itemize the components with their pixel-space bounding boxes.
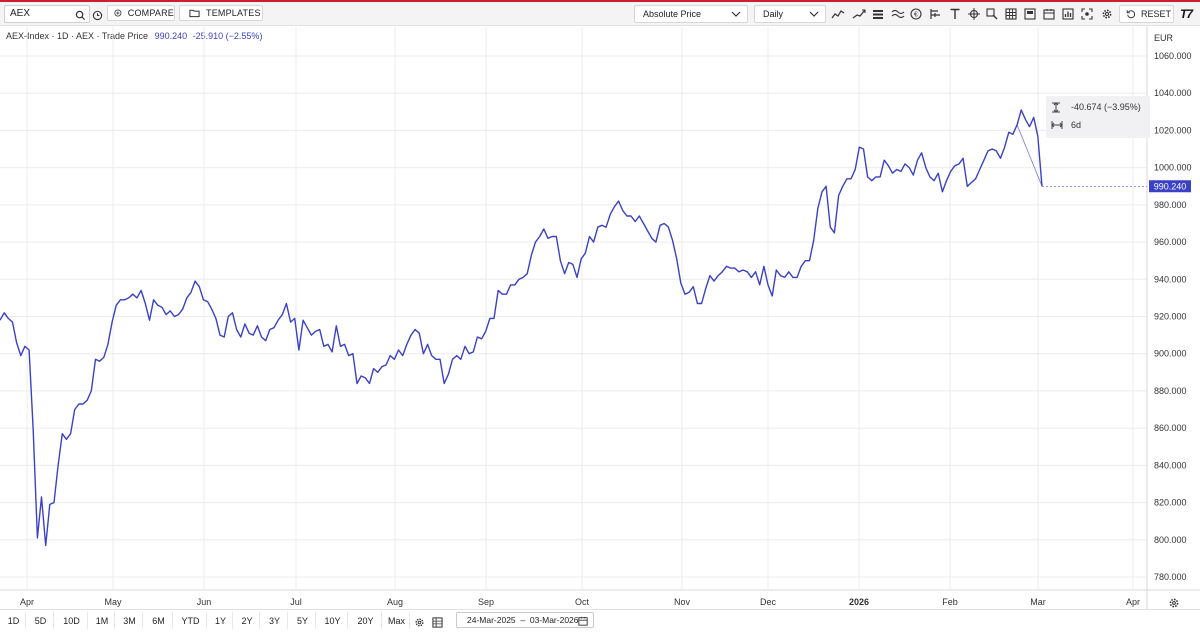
grid-icon[interactable]: [1024, 7, 1038, 21]
range-button-10d[interactable]: 10D: [56, 612, 88, 629]
range-button-5d[interactable]: 5D: [28, 612, 54, 629]
gear-icon[interactable]: [414, 615, 425, 633]
y-tick-label: 880.000: [1154, 386, 1187, 396]
tooltip-span-row: 6d: [1051, 118, 1081, 132]
range-button-3y[interactable]: 3Y: [262, 612, 288, 629]
indicator-icon[interactable]: [929, 7, 943, 21]
compare-label: COMPARE: [127, 8, 174, 18]
interval-select[interactable]: Daily: [754, 5, 826, 23]
plus-circle-icon: [114, 9, 122, 17]
clock-icon[interactable]: [92, 8, 106, 22]
svg-text:€: €: [914, 12, 918, 19]
y-tick-label: 820.000: [1154, 498, 1187, 508]
y-tick-label: 980.000: [1154, 200, 1187, 210]
range-button-3m[interactable]: 3M: [117, 612, 143, 629]
euro-icon[interactable]: €: [910, 7, 924, 21]
y-tick-label: 1000.000: [1154, 163, 1192, 173]
x-tick-label: Oct: [575, 597, 590, 607]
range-button-max[interactable]: Max: [384, 612, 410, 629]
bar-style-icon[interactable]: [872, 7, 886, 21]
settings-icon[interactable]: [1101, 7, 1115, 21]
range-button-ytd[interactable]: YTD: [175, 612, 207, 629]
chevron-down-icon: [731, 10, 741, 20]
range-button-2y[interactable]: 2Y: [235, 612, 260, 629]
x-tick-label: Sep: [478, 597, 494, 607]
trend-icon[interactable]: [852, 7, 866, 21]
tooltip-delta: -40.674 (−3.95%): [1071, 102, 1141, 112]
x-tick-label: Feb: [942, 597, 958, 607]
x-tick-label: Apr: [20, 597, 34, 607]
templates-label: TEMPLATES: [206, 8, 261, 18]
x-tick-label: Dec: [760, 597, 777, 607]
y-tick-label: 900.000: [1154, 349, 1187, 359]
y-tick-label: 1020.000: [1154, 125, 1192, 135]
measure-tooltip: -40.674 (−3.95%) 6d: [1046, 96, 1150, 138]
chart-settings-icon[interactable]: [1168, 596, 1180, 614]
range-button-10y[interactable]: 10Y: [318, 612, 348, 629]
range-button-1d[interactable]: 1D: [2, 612, 26, 629]
table-icon[interactable]: [1005, 7, 1019, 21]
calendar-icon[interactable]: [1043, 7, 1057, 21]
price-mode-select[interactable]: Absolute Price: [634, 5, 748, 23]
y-tick-label: 920.000: [1154, 312, 1187, 322]
x-tick-label: Aug: [387, 597, 403, 607]
x-tick-label: 2026: [849, 597, 869, 607]
x-tick-label: Mar: [1030, 597, 1046, 607]
x-tick-label: Jun: [197, 597, 212, 607]
x-tick-label: Jul: [290, 597, 302, 607]
x-tick-label: Apr: [1126, 597, 1140, 607]
x-tick-label: Nov: [674, 597, 691, 607]
y-tick-label: 960.000: [1154, 237, 1187, 247]
symbol-value: AEX: [10, 8, 31, 19]
tooltip-span: 6d: [1071, 120, 1082, 130]
y-tick-label: 1040.000: [1154, 88, 1192, 98]
wave-icon[interactable]: [891, 7, 905, 21]
text-icon[interactable]: [949, 7, 963, 21]
series-line: [0, 109, 1043, 547]
search-icon[interactable]: [75, 8, 86, 26]
x-tick-label: May: [104, 597, 122, 607]
tooltip-delta-row: -40.674 (−3.95%): [1051, 100, 1141, 114]
chevron-down-icon: [809, 10, 819, 20]
y-tick-label: 860.000: [1154, 423, 1187, 433]
date-range-value: 24-Mar-2025 – 03-Mar-2026: [467, 615, 579, 625]
date-range-input[interactable]: 24-Mar-2025 – 03-Mar-2026: [456, 612, 594, 628]
range-button-1y[interactable]: 1Y: [209, 612, 233, 629]
range-button-5y[interactable]: 5Y: [290, 612, 316, 629]
currency-label: EUR: [1154, 33, 1174, 43]
last-price-tag-label: 990.240: [1154, 181, 1187, 191]
line-chart-icon[interactable]: [831, 7, 845, 21]
stats-icon[interactable]: [1062, 7, 1076, 21]
screenshot-icon[interactable]: [1081, 7, 1095, 21]
zoom-icon[interactable]: [986, 7, 1000, 21]
price-chart[interactable]: 1060.000 1040.000 1020.000 1000.000 980.000 9…: [0, 26, 1200, 609]
width-measure-icon: [1051, 121, 1063, 129]
y-tick-label: 940.000: [1154, 274, 1187, 284]
y-tick-label: 800.000: [1154, 535, 1187, 545]
height-measure-icon: [1052, 101, 1060, 113]
range-button-20y[interactable]: 20Y: [350, 612, 382, 629]
y-tick-label: 780.000: [1154, 572, 1187, 582]
y-tick-label: 1060.000: [1154, 51, 1192, 61]
range-bar: 1D 5D 10D 1M 3M 6M YTD 1Y 2Y 3Y 5Y 10Y 20Y Max 24-Mar…: [0, 609, 1200, 632]
toolbar: AEX COMPARE TEMPLATES Absolute Price Dai…: [0, 2, 1200, 26]
calendar-icon: [578, 616, 588, 626]
folder-icon: [189, 9, 200, 18]
compare-button[interactable]: COMPARE: [107, 5, 175, 21]
reset-button[interactable]: RESET: [1119, 5, 1174, 23]
price-mode-value: Absolute Price: [643, 9, 702, 19]
symbol-search-input[interactable]: AEX: [4, 5, 90, 23]
reset-label: RESET: [1141, 9, 1172, 19]
reset-icon: [1126, 10, 1136, 19]
interval-value: Daily: [763, 9, 784, 19]
range-button-1m[interactable]: 1M: [90, 612, 115, 629]
brand-logo: T7: [1180, 7, 1193, 21]
crosshair-icon[interactable]: [968, 7, 982, 21]
range-button-6m[interactable]: 6M: [145, 612, 173, 629]
templates-button[interactable]: TEMPLATES: [179, 5, 263, 21]
y-tick-label: 840.000: [1154, 460, 1187, 470]
calendar-grid-icon[interactable]: [432, 615, 443, 633]
